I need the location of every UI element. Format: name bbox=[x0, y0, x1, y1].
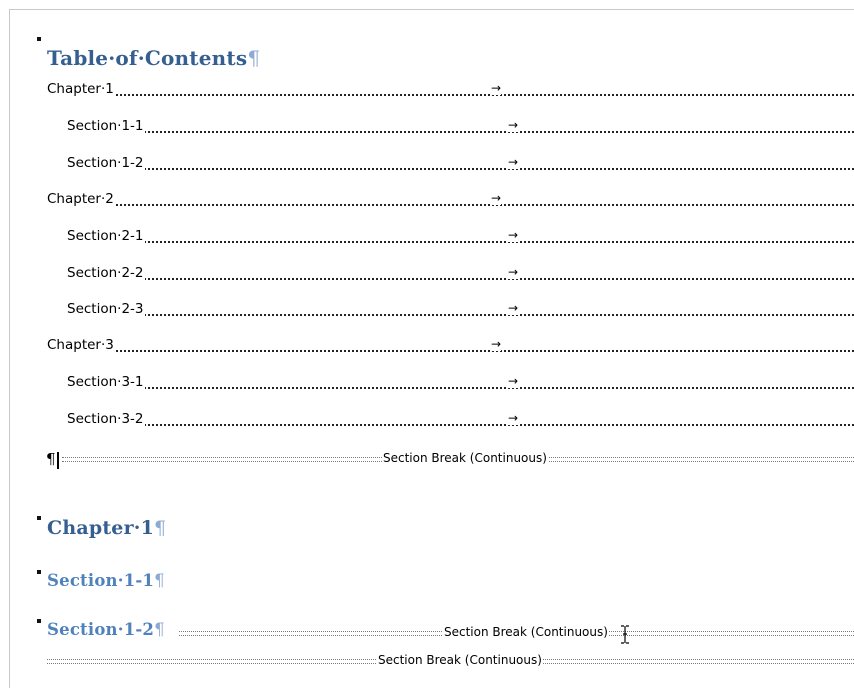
toc-entry-chapter-2[interactable]: Chapter·2 → bbox=[47, 191, 854, 209]
pilcrow-mark: ¶ bbox=[154, 571, 165, 590]
section-break-label: Section Break (Continuous) bbox=[377, 653, 543, 667]
dot-leader bbox=[47, 204, 854, 206]
toc-entry-label: Section·1-1 bbox=[67, 118, 145, 134]
heading-chapter-1[interactable]: Chapter·1¶ bbox=[47, 517, 166, 539]
toc-entry-label: Section·2-2 bbox=[67, 265, 145, 281]
toc-entry-section-1-1[interactable]: Section·1-1 → bbox=[67, 118, 854, 136]
toc-entry-label: Section·2-3 bbox=[67, 301, 145, 317]
toc-entry-section-2-1[interactable]: Section·2-1 → bbox=[67, 228, 854, 246]
toc-entry-section-3-1[interactable]: Section·3-1 → bbox=[67, 374, 854, 392]
tab-arrow-icon: → bbox=[508, 411, 519, 425]
pilcrow-mark: ¶ bbox=[154, 620, 165, 639]
tab-arrow-icon: → bbox=[508, 118, 519, 132]
dot-leader bbox=[67, 168, 854, 170]
pilcrow-mark: ¶ bbox=[247, 46, 261, 70]
pilcrow-mark: ¶ bbox=[154, 517, 167, 539]
toc-entry-label: Section·2-1 bbox=[67, 228, 145, 244]
section-break-continuous[interactable]: Section Break (Continuous) bbox=[179, 625, 854, 640]
tab-arrow-icon: → bbox=[491, 81, 502, 95]
tab-arrow-icon: → bbox=[491, 337, 502, 351]
dot-leader bbox=[67, 131, 854, 133]
toc-entry-label: Section·3-2 bbox=[67, 411, 145, 427]
toc-entry-chapter-1[interactable]: Chapter·1 → bbox=[47, 81, 854, 99]
text-cursor bbox=[57, 452, 59, 469]
heading-section-1-2[interactable]: Section·1-2¶ bbox=[47, 620, 165, 639]
tab-arrow-icon: → bbox=[508, 301, 519, 315]
page-left-edge bbox=[9, 9, 10, 688]
pilcrow-mark: ¶ bbox=[46, 450, 56, 468]
paragraph-marker bbox=[37, 619, 41, 623]
toc-entry-section-2-2[interactable]: Section·2-2 → bbox=[67, 265, 854, 283]
toc-entry-label: Chapter·1 bbox=[47, 81, 115, 97]
toc-entry-label: Section·1-2 bbox=[67, 155, 145, 171]
toc-entry-section-2-3[interactable]: Section·2-3 → bbox=[67, 301, 854, 319]
toc-title-text: Table·of·Contents bbox=[47, 46, 248, 70]
page-top-edge bbox=[9, 9, 854, 10]
heading-section-1-1[interactable]: Section·1-1¶ bbox=[47, 571, 165, 590]
tab-arrow-icon: → bbox=[508, 155, 519, 169]
heading-text: Section·1-1 bbox=[47, 571, 155, 590]
dot-leader bbox=[47, 94, 854, 96]
toc-entry-section-1-2[interactable]: Section·1-2 → bbox=[67, 155, 854, 173]
ibeam-cursor-icon bbox=[621, 625, 629, 644]
toc-entry-label: Chapter·3 bbox=[47, 337, 115, 353]
heading-text: Chapter·1 bbox=[47, 517, 155, 539]
tab-arrow-icon: → bbox=[508, 228, 519, 242]
section-break-continuous[interactable]: Section Break (Continuous) bbox=[62, 451, 854, 466]
paragraph-marker bbox=[37, 516, 41, 520]
dot-leader bbox=[67, 387, 854, 389]
dot-leader bbox=[67, 314, 854, 316]
tab-arrow-icon: → bbox=[508, 374, 519, 388]
toc-title[interactable]: Table·of·Contents¶ bbox=[47, 46, 260, 70]
dot-leader bbox=[47, 350, 854, 352]
tab-arrow-icon: → bbox=[508, 265, 519, 279]
section-break-label: Section Break (Continuous) bbox=[382, 451, 548, 465]
dot-leader bbox=[67, 241, 854, 243]
section-break-continuous[interactable]: Section Break (Continuous) bbox=[47, 653, 854, 668]
heading-text: Section·1-2 bbox=[47, 620, 155, 639]
dot-leader bbox=[67, 278, 854, 280]
toc-entry-chapter-3[interactable]: Chapter·3 → bbox=[47, 337, 854, 355]
paragraph-marker bbox=[37, 37, 41, 41]
dot-leader bbox=[67, 424, 854, 426]
section-break-label: Section Break (Continuous) bbox=[443, 625, 609, 639]
toc-entry-label: Section·3-1 bbox=[67, 374, 145, 390]
tab-arrow-icon: → bbox=[491, 191, 502, 205]
toc-entry-label: Chapter·2 bbox=[47, 191, 115, 207]
paragraph-marker bbox=[37, 570, 41, 574]
toc-entry-section-3-2[interactable]: Section·3-2 → bbox=[67, 411, 854, 429]
